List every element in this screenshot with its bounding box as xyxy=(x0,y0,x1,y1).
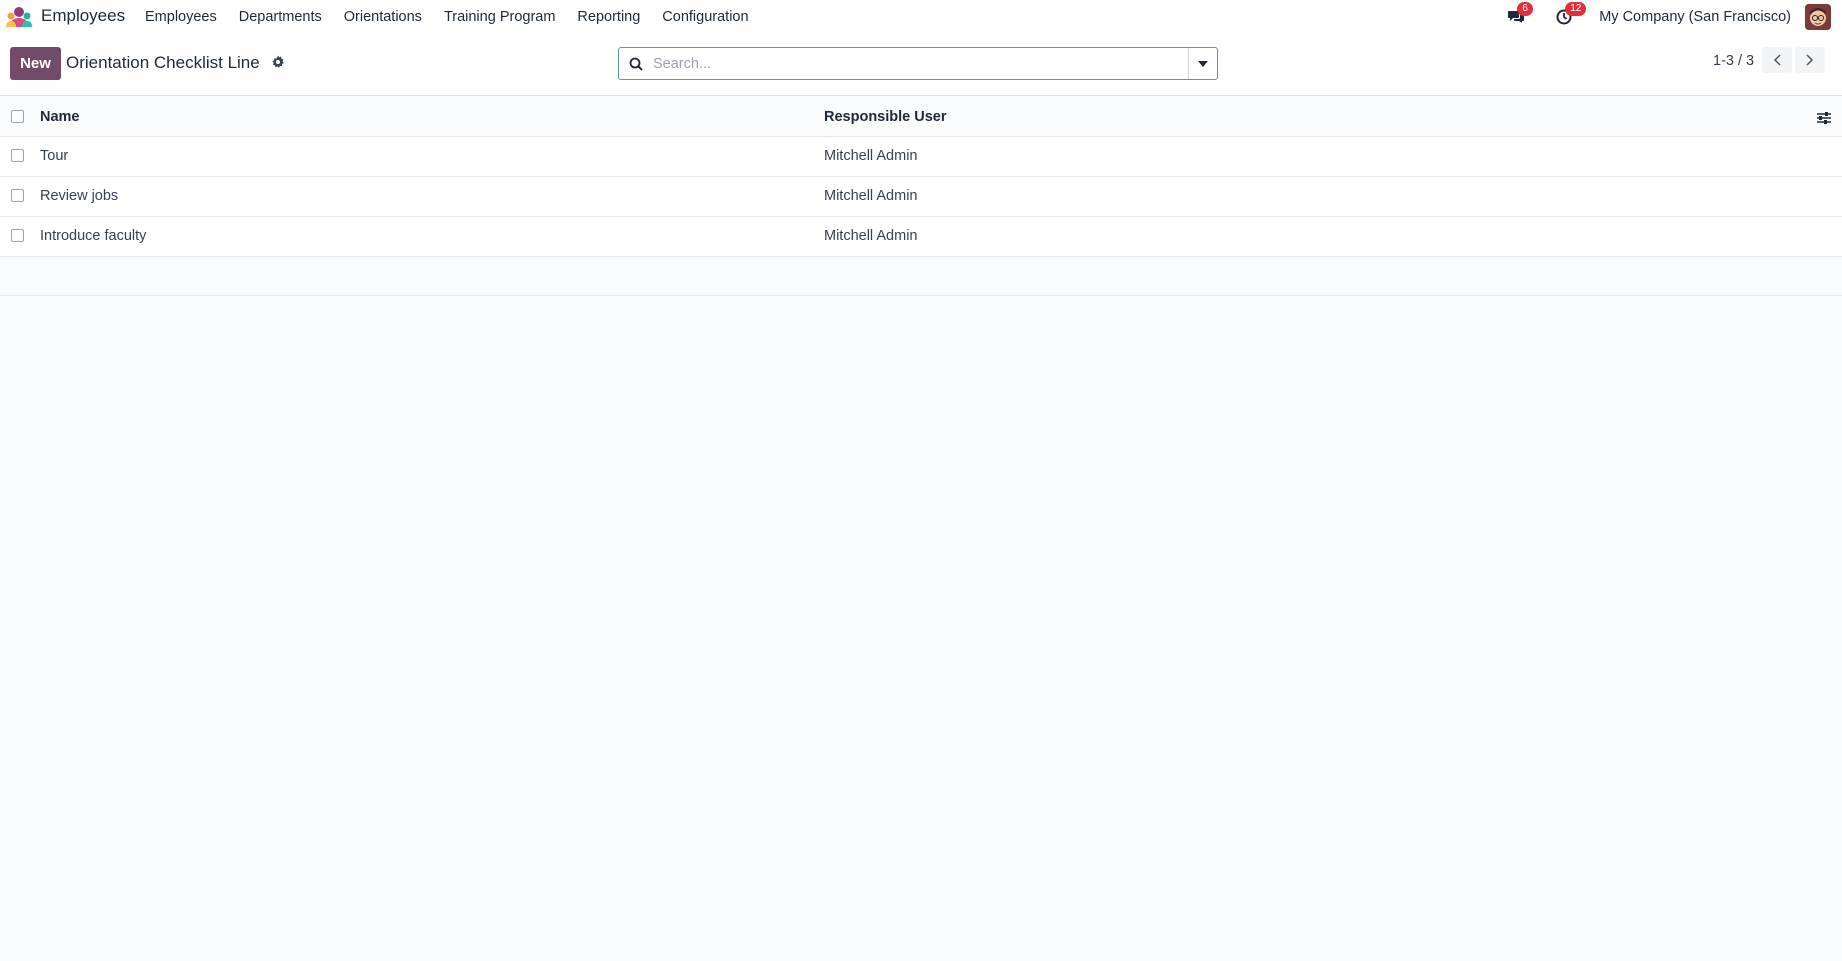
cell-responsible-user: Mitchell Admin xyxy=(824,188,918,204)
employees-app-icon[interactable] xyxy=(6,6,32,28)
top-navbar: Employees Employees Departments Orientat… xyxy=(0,0,1842,34)
new-button[interactable]: New xyxy=(10,47,61,80)
caret-down-icon xyxy=(1198,60,1208,67)
activities-button[interactable]: 12 xyxy=(1553,2,1587,28)
column-header-responsible-user[interactable]: Responsible User xyxy=(824,109,947,125)
select-all-checkbox[interactable] xyxy=(11,110,24,123)
column-header-name[interactable]: Name xyxy=(40,109,80,125)
table-row[interactable]: Tour Mitchell Admin xyxy=(0,137,1842,177)
menu-training-program[interactable]: Training Program xyxy=(433,0,566,34)
gear-icon[interactable] xyxy=(271,55,285,69)
search-icon xyxy=(619,48,653,79)
control-panel: New Orientation Checklist Line 1-3 / 3 xyxy=(0,34,1842,96)
search-input[interactable] xyxy=(653,48,1188,79)
menu-employees[interactable]: Employees xyxy=(134,0,228,34)
messages-badge: 6 xyxy=(1517,2,1533,16)
row-checkbox[interactable] xyxy=(11,149,24,162)
cell-name: Introduce faculty xyxy=(40,228,147,244)
menu-orientations[interactable]: Orientations xyxy=(333,0,433,34)
messages-button[interactable]: 6 xyxy=(1505,2,1533,28)
row-checkbox[interactable] xyxy=(11,189,24,202)
menu-configuration[interactable]: Configuration xyxy=(651,0,759,34)
company-switcher[interactable]: My Company (San Francisco) xyxy=(1599,9,1791,25)
user-avatar[interactable] xyxy=(1805,4,1831,30)
pager-value[interactable]: 1-3 / 3 xyxy=(1713,53,1754,69)
row-checkbox[interactable] xyxy=(11,229,24,242)
search-options-toggle[interactable] xyxy=(1188,48,1217,79)
systray: 6 12 My Company (San Francisco) xyxy=(1505,0,1842,34)
list-header: Name Responsible User xyxy=(0,97,1842,137)
cell-responsible-user: Mitchell Admin xyxy=(824,228,918,244)
table-row[interactable]: Review jobs Mitchell Admin xyxy=(0,177,1842,217)
list-footer xyxy=(0,257,1842,296)
menu-departments[interactable]: Departments xyxy=(228,0,333,34)
search-bar xyxy=(618,47,1218,80)
page-title[interactable]: Orientation Checklist Line xyxy=(66,53,260,73)
app-name[interactable]: Employees xyxy=(41,6,125,26)
cell-responsible-user: Mitchell Admin xyxy=(824,148,918,164)
menu-reporting[interactable]: Reporting xyxy=(566,0,651,34)
chevron-left-icon xyxy=(1773,54,1781,66)
activities-badge: 12 xyxy=(1565,2,1587,16)
chevron-right-icon xyxy=(1806,54,1814,66)
table-row[interactable]: Introduce faculty Mitchell Admin xyxy=(0,217,1842,257)
cell-name: Review jobs xyxy=(40,188,119,204)
main-menu: Employees Departments Orientations Train… xyxy=(134,0,760,34)
pager-next-button[interactable] xyxy=(1795,47,1825,73)
cell-name: Tour xyxy=(40,148,69,164)
avatar-icon xyxy=(1805,4,1831,30)
pager-previous-button[interactable] xyxy=(1762,47,1792,73)
optional-columns-icon[interactable] xyxy=(1816,110,1832,126)
